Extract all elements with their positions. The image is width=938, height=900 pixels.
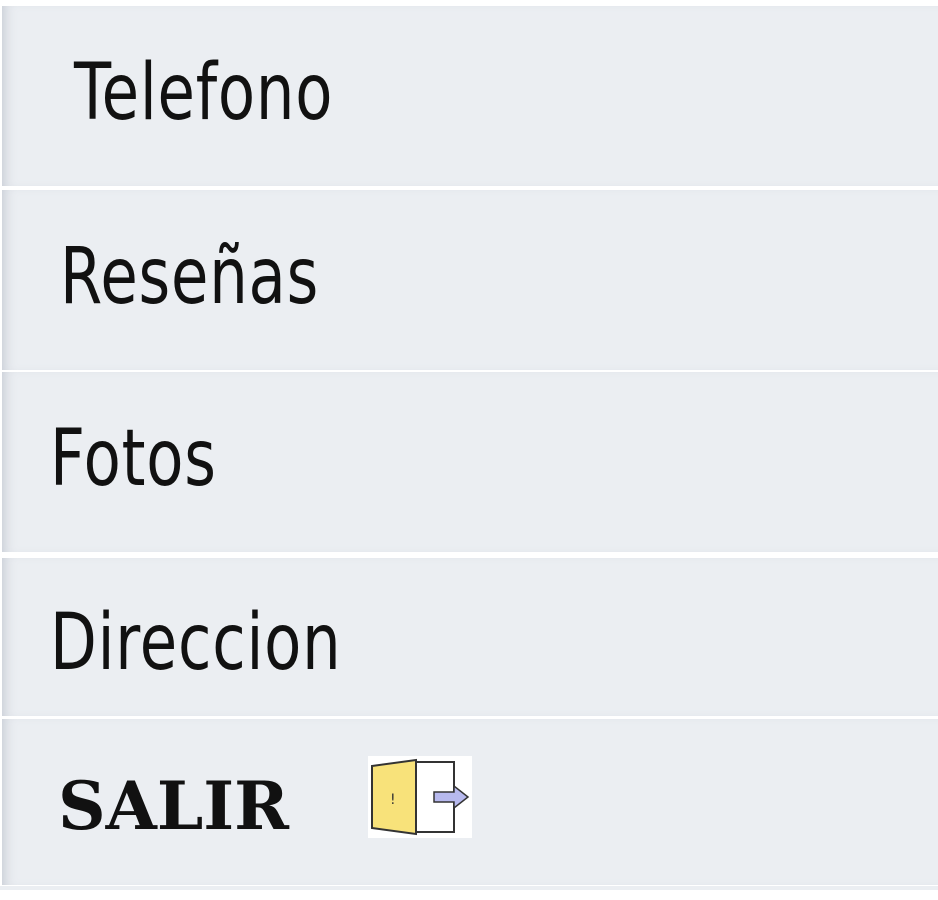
menu-item-salir[interactable]: SALIR !: [2, 719, 938, 885]
menu-item-label: Fotos: [50, 414, 217, 504]
divider: [0, 886, 938, 890]
menu-item-resenas[interactable]: Reseñas: [2, 190, 938, 370]
side-menu: Telefono Reseñas Fotos Direccion SALIR !: [0, 0, 938, 900]
exit-door-icon: !: [368, 756, 472, 838]
menu-item-label: Telefono: [74, 48, 334, 138]
menu-item-label: Direccion: [50, 598, 342, 688]
menu-item-fotos[interactable]: Fotos: [2, 372, 938, 552]
menu-item-direccion[interactable]: Direccion: [2, 558, 938, 716]
exit-label: SALIR: [58, 767, 289, 845]
menu-item-label: Reseñas: [60, 232, 320, 322]
svg-text:!: !: [390, 792, 396, 808]
menu-item-telefono[interactable]: Telefono: [2, 6, 938, 186]
